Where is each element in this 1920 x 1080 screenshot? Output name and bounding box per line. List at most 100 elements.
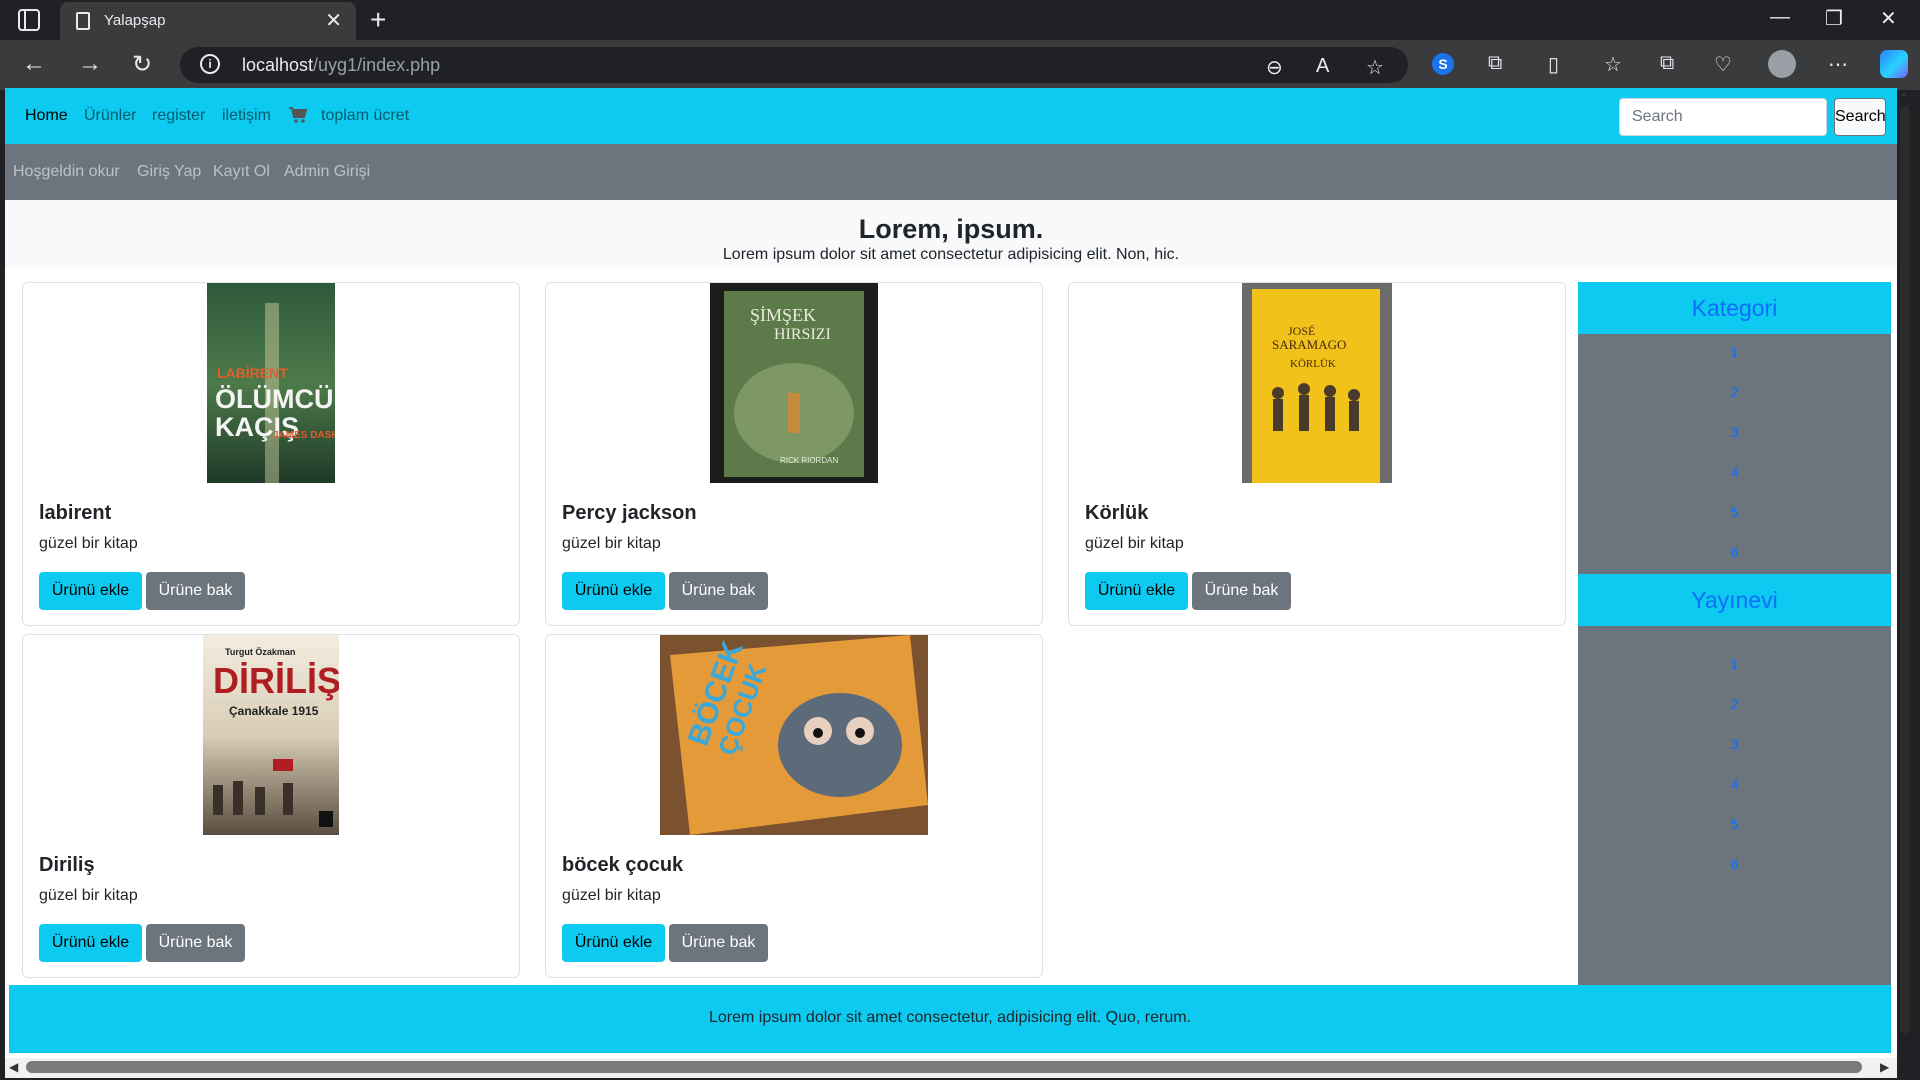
view-product-button[interactable]: Ürüne bak	[669, 924, 768, 962]
publisher-link[interactable]: 3	[1578, 736, 1891, 752]
cover-text: DİRİLİŞ	[213, 660, 339, 701]
url-path: /uyg1/index.php	[313, 55, 441, 75]
scroll-left-arrow[interactable]: ◀	[9, 1060, 18, 1074]
publisher-link[interactable]: 6	[1578, 856, 1891, 872]
add-product-button[interactable]: Ürünü ekle	[1085, 572, 1188, 610]
view-product-button[interactable]: Ürüne bak	[669, 572, 768, 610]
product-description: güzel bir kitap	[39, 535, 138, 552]
product-image-labirent: LABİRENT ÖLÜMCÜL KAÇIŞ JAMES DASHNER	[207, 283, 335, 483]
back-icon[interactable]: ←	[22, 50, 46, 78]
browser-tab[interactable]: Yalapşap ✕	[60, 2, 356, 40]
hero-text: Lorem ipsum dolor sit amet consectetur a…	[722, 246, 1180, 263]
product-image-korluk: JOSÉ SARAMAGO KÖRLÜK	[1242, 283, 1392, 483]
nav-home[interactable]: Home	[25, 107, 68, 125]
product-description: güzel bir kitap	[39, 887, 138, 904]
product-card: LABİRENT ÖLÜMCÜL KAÇIŞ JAMES DASHNER lab…	[22, 282, 520, 626]
product-name: böcek çocuk	[562, 854, 684, 876]
product-card: Turgut Özakman DİRİLİŞ Çanakkale 1915 Di…	[22, 634, 520, 978]
cover-text: HIRSIZI	[774, 326, 831, 343]
nav-products[interactable]: Ürünler	[84, 107, 136, 125]
scroll-up-arrow[interactable]: ▲	[1897, 88, 1911, 102]
hero-section: Lorem, ipsum. Lorem ipsum dolor sit amet…	[5, 200, 1897, 268]
cover-text: RICK RIORDAN	[780, 456, 838, 465]
url-field[interactable]: i localhost/uyg1/index.php ⊖ A ☆	[180, 47, 1408, 83]
product-image-bocek-cocuk: BÖCEK ÇOCUK	[660, 635, 928, 835]
nav-contact[interactable]: iletişim	[222, 107, 271, 125]
search-input[interactable]	[1619, 98, 1827, 136]
collections-icon[interactable]: ⧉	[1660, 52, 1674, 75]
add-product-button[interactable]: Ürünü ekle	[562, 924, 665, 962]
horizontal-scrollbar-thumb[interactable]	[26, 1061, 1862, 1073]
address-bar-row: ← → ↻ i localhost/uyg1/index.php ⊖ A ☆ S…	[0, 40, 1920, 90]
footer-text: Lorem ipsum dolor sit amet consectetur, …	[709, 1009, 1191, 1026]
tab-title: Yalapşap	[104, 12, 166, 29]
category-link[interactable]: 2	[1578, 384, 1891, 400]
tab-bar: Yalapşap ✕ + — ❐ ✕	[0, 0, 1920, 40]
add-product-button[interactable]: Ürünü ekle	[39, 572, 142, 610]
cart-icon[interactable]	[288, 105, 308, 125]
publisher-link[interactable]: 2	[1578, 696, 1891, 712]
cover-text: JAMES DASHNER	[273, 430, 335, 441]
product-image-dirilis: Turgut Özakman DİRİLİŞ Çanakkale 1915	[203, 635, 339, 835]
top-navbar: Home Ürünler register iletişim toplam üc…	[5, 88, 1897, 144]
publisher-link[interactable]: 1	[1578, 656, 1891, 672]
publisher-link[interactable]: 4	[1578, 776, 1891, 792]
product-card: JOSÉ SARAMAGO KÖRLÜK Körlük güzel bir ki…	[1068, 282, 1566, 626]
cover-text: KÖRLÜK	[1290, 358, 1336, 370]
new-tab-icon[interactable]: +	[370, 4, 386, 36]
category-link[interactable]: 5	[1578, 504, 1891, 520]
cover-text: LABİRENT	[217, 365, 288, 381]
extension-icon[interactable]: S	[1432, 53, 1454, 75]
cover-text: ÖLÜMCÜL	[215, 384, 335, 414]
nav-admin-login[interactable]: Admin Girişi	[284, 163, 370, 181]
extensions-puzzle-icon[interactable]: ⧉	[1488, 52, 1502, 75]
view-product-button[interactable]: Ürüne bak	[146, 572, 245, 610]
product-card: ŞİMŞEK HIRSIZI RICK RIORDAN Percy jackso…	[545, 282, 1043, 626]
add-product-button[interactable]: Ürünü ekle	[39, 924, 142, 962]
tab-actions-icon[interactable]	[18, 9, 40, 31]
product-description: güzel bir kitap	[562, 535, 661, 552]
product-card: BÖCEK ÇOCUK böcek çocuk güzel bir kitap …	[545, 634, 1043, 978]
nav-total-price[interactable]: toplam ücret	[321, 107, 409, 125]
profile-avatar[interactable]	[1768, 50, 1796, 78]
close-window-icon[interactable]: ✕	[1880, 6, 1897, 31]
hero-title: Lorem, ipsum.	[858, 214, 1044, 244]
publisher-link[interactable]: 5	[1578, 816, 1891, 832]
scroll-right-arrow[interactable]: ▶	[1880, 1060, 1889, 1074]
favorite-star-icon[interactable]: ☆	[1366, 55, 1384, 80]
cover-text: SARAMAGO	[1272, 337, 1346, 352]
category-link[interactable]: 6	[1578, 544, 1891, 560]
product-description: güzel bir kitap	[562, 887, 661, 904]
product-image-percy-jackson: ŞİMŞEK HIRSIZI RICK RIORDAN	[710, 283, 878, 483]
minimize-icon[interactable]: —	[1770, 6, 1790, 29]
search-button[interactable]: Search	[1834, 98, 1886, 136]
category-link[interactable]: 1	[1578, 344, 1891, 360]
cover-text: Çanakkale 1915	[229, 704, 319, 718]
copilot-icon[interactable]	[1880, 50, 1908, 78]
url-text[interactable]: localhost/uyg1/index.php	[242, 55, 440, 76]
nav-login[interactable]: Giriş Yap	[137, 163, 201, 181]
favorites-icon[interactable]: ☆	[1604, 52, 1622, 77]
nav-welcome[interactable]: Hoşgeldin okur	[13, 163, 120, 181]
cover-text: ŞİMŞEK	[750, 305, 816, 325]
zoom-out-icon[interactable]: ⊖	[1266, 55, 1283, 80]
site-info-icon[interactable]: i	[200, 54, 220, 74]
more-menu-icon[interactable]: ⋯	[1828, 52, 1848, 77]
category-link[interactable]: 4	[1578, 464, 1891, 480]
cover-text: JOSÉ	[1288, 324, 1315, 338]
vertical-scrollbar-thumb[interactable]	[1900, 106, 1910, 1034]
read-aloud-icon[interactable]: A	[1316, 55, 1329, 78]
category-link[interactable]: 3	[1578, 424, 1891, 440]
close-tab-icon[interactable]: ✕	[325, 8, 342, 33]
nav-register[interactable]: register	[152, 107, 205, 125]
view-product-button[interactable]: Ürüne bak	[146, 924, 245, 962]
reload-icon[interactable]: ↻	[132, 50, 152, 79]
sidebar: Kategori 1 2 3 4 5 6 Yayınevi 1 2 3 4 5 …	[1578, 282, 1891, 986]
forward-icon[interactable]: →	[78, 50, 102, 78]
add-product-button[interactable]: Ürünü ekle	[562, 572, 665, 610]
browser-essentials-icon[interactable]: ♡	[1714, 52, 1732, 77]
split-screen-icon[interactable]: ▯	[1548, 52, 1559, 77]
nav-signup[interactable]: Kayıt Ol	[213, 163, 270, 181]
restore-icon[interactable]: ❐	[1825, 6, 1843, 31]
view-product-button[interactable]: Ürüne bak	[1192, 572, 1291, 610]
